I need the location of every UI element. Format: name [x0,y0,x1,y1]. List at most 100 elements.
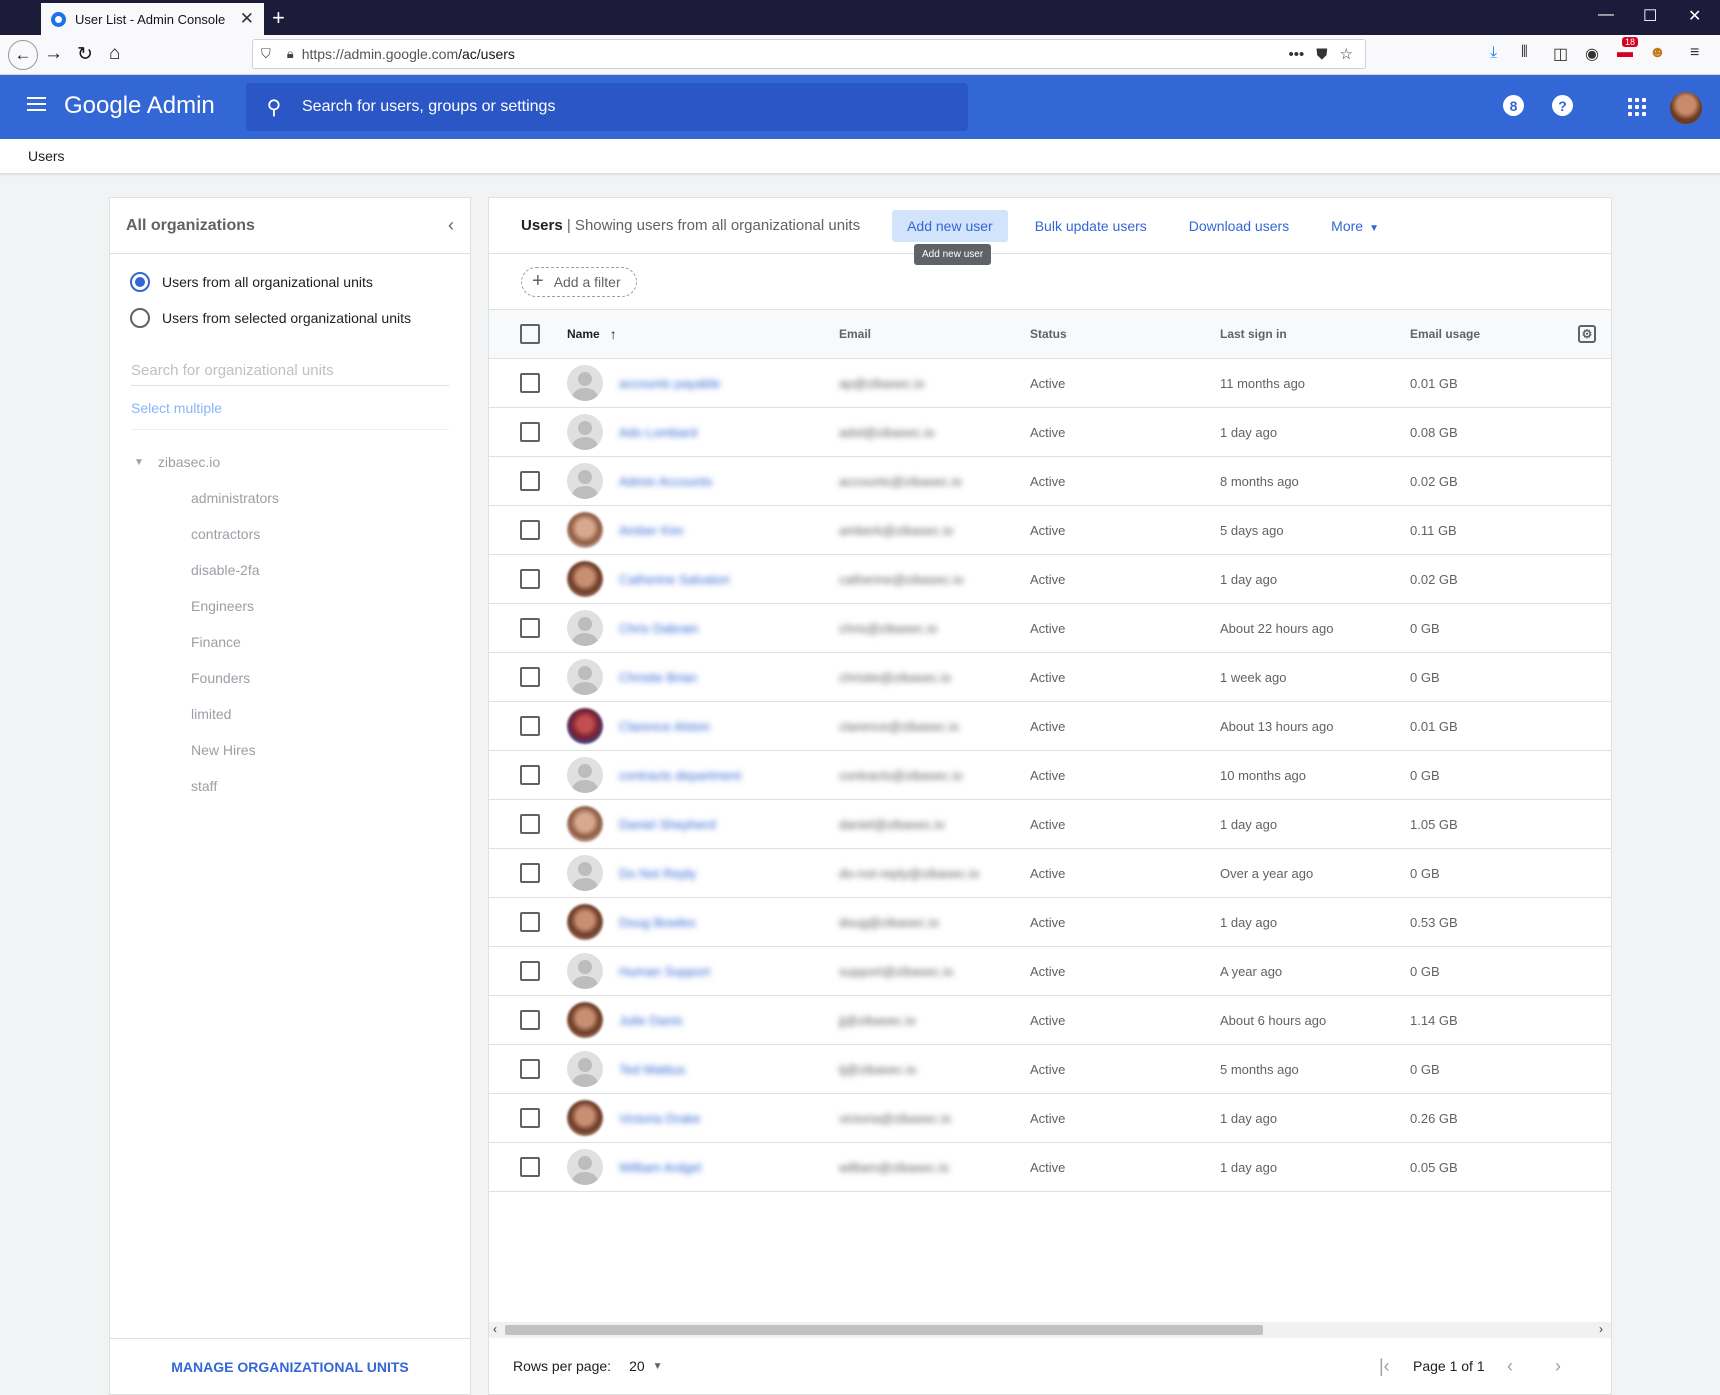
row-checkbox[interactable] [520,961,540,981]
horizontal-scrollbar[interactable]: ‹ › [489,1322,1611,1338]
table-row[interactable]: Chris Dabrain chris@zibasec.io Active About… [489,604,1611,653]
user-name-link[interactable]: Chris Dabrain [619,604,698,652]
user-name-link[interactable]: Ted Mattius [619,1045,685,1093]
row-checkbox[interactable] [520,422,540,442]
user-name-link[interactable]: accounts payable [619,359,720,407]
rows-per-page-caret-icon[interactable]: ▼ [653,1361,663,1372]
home-icon[interactable]: ⌂ [109,43,120,65]
row-checkbox[interactable] [520,618,540,638]
user-name-link[interactable]: Do Not Reply [619,849,696,897]
add-filter-button[interactable]: + Add a filter [521,266,637,297]
table-row[interactable]: Christie Brian christie@zibasec.io Active 1… [489,653,1611,702]
reload-icon[interactable]: ↻ [77,43,93,66]
radio-checked-icon[interactable] [130,272,150,292]
table-row[interactable]: accounts payable ap@zibasec.io Active 11 mo… [489,359,1611,408]
row-checkbox[interactable] [520,765,540,785]
tree-root-zibasec[interactable]: ▼ zibasec.io [110,444,470,480]
monkey-extension-icon[interactable]: ☻ [1649,44,1666,62]
table-row[interactable]: Julie Danis jj@zibasec.io Active About 6 ho… [489,996,1611,1045]
column-settings-gear-icon[interactable]: ⚙ [1578,325,1596,343]
org-unit-item[interactable]: Founders [110,660,470,696]
breadcrumb-users[interactable]: Users [28,148,65,164]
forward-icon[interactable]: → [44,43,63,65]
row-checkbox[interactable] [520,1010,540,1030]
app-brand[interactable]: Google Admin [64,92,215,120]
user-name-link[interactable]: Julie Danis [619,996,683,1044]
column-email-usage[interactable]: Email usage [1410,310,1480,358]
sidebar-icon[interactable]: ◫ [1553,44,1568,64]
minimize-icon[interactable]: — [1598,6,1614,24]
user-name-link[interactable]: Admin Accounts [619,457,712,505]
next-page-icon[interactable]: › [1555,1338,1561,1394]
main-menu-icon[interactable] [27,97,46,111]
row-checkbox[interactable] [520,1108,540,1128]
column-name[interactable]: Name ↑ [567,310,617,358]
user-name-link[interactable]: William Ardgel [619,1143,701,1191]
table-row[interactable]: Human Support support@zibasec.io Active A y… [489,947,1611,996]
scroll-right-icon[interactable]: › [1599,1322,1603,1336]
table-row[interactable]: Amber Kim amberk@zibasec.io Active 5 days a… [489,506,1611,555]
close-window-icon[interactable]: ✕ [1688,6,1701,26]
user-name-link[interactable]: Clarence Alston [619,702,710,750]
browser-tab[interactable]: User List - Admin Console ✕ [41,3,264,35]
column-last-sign-in[interactable]: Last sign in [1220,310,1287,358]
org-unit-item[interactable]: Finance [110,624,470,660]
org-unit-item[interactable]: staff [110,768,470,804]
back-icon[interactable]: ← [8,40,38,70]
shield-icon[interactable]: ⛉ [261,46,271,62]
url-bar[interactable]: ⛉ 🔒︎ https://admin.google.com/ac/users •… [252,39,1366,69]
radio-unchecked-icon[interactable] [130,308,150,328]
table-row[interactable]: contracts department contracts@zibasec.io… [489,751,1611,800]
page-actions-icon[interactable]: ••• [1289,46,1305,63]
org-unit-item[interactable]: Engineers [110,588,470,624]
sort-ascending-icon[interactable]: ↑ [610,326,617,342]
bookmark-star-icon[interactable]: ☆ [1340,45,1353,63]
user-name-link[interactable]: Amber Kim [619,506,683,554]
table-row[interactable]: Doug Bowles doug@zibasec.io Active 1 day ag… [489,898,1611,947]
user-name-link[interactable]: Christie Brian [619,653,697,701]
notifications-icon[interactable]: 8 [1503,95,1524,116]
row-checkbox[interactable] [520,667,540,687]
table-row[interactable]: Catherine Salvatori catherine@zibasec.io A… [489,555,1611,604]
scroll-left-icon[interactable]: ‹ [493,1322,497,1336]
radio-all-units[interactable]: Users from all organizational units [110,264,470,300]
add-new-user-button[interactable]: Add new user [892,209,1008,242]
previous-page-icon[interactable]: ‹ [1507,1338,1513,1394]
scrollbar-thumb[interactable] [505,1325,1263,1335]
org-unit-search-input[interactable]: Search for organizational units [131,356,449,386]
user-name-link[interactable]: Victoria Drake [619,1094,700,1142]
row-checkbox[interactable] [520,471,540,491]
expand-caret-icon[interactable]: ▼ [134,457,144,468]
user-name-link[interactable]: Daniel Shepherd [619,800,716,848]
help-icon[interactable]: ? [1552,95,1573,116]
user-name-link[interactable]: Doug Bowles [619,898,696,946]
org-unit-item[interactable]: administrators [110,480,470,516]
row-checkbox[interactable] [520,1059,540,1079]
org-unit-item[interactable]: disable-2fa [110,552,470,588]
user-name-link[interactable]: Human Support [619,947,710,995]
more-menu-button[interactable]: More ▼ [1316,210,1394,242]
select-all-checkbox[interactable] [520,324,540,344]
column-email[interactable]: Email [839,310,871,358]
user-name-link[interactable]: contracts department [619,751,741,799]
first-page-icon[interactable]: |‹ [1379,1338,1390,1394]
table-row[interactable]: Victoria Drake victoria@zibasec.io Active 1… [489,1094,1611,1143]
pocket-icon[interactable]: ⛊ [1316,46,1327,63]
user-name-link[interactable]: Catherine Salvatori [619,555,730,603]
row-checkbox[interactable] [520,863,540,883]
select-multiple-link[interactable]: Select multiple [131,400,449,430]
new-tab-icon[interactable]: + [272,5,285,31]
apps-grid-icon[interactable] [1628,98,1646,116]
table-row[interactable]: Ado Lombard adol@zibasec.io Active 1 day ag… [489,408,1611,457]
maximize-icon[interactable]: ☐ [1643,6,1657,26]
bulk-update-users-button[interactable]: Bulk update users [1020,210,1162,242]
collapse-panel-icon[interactable]: ‹ [448,215,454,236]
table-row[interactable]: Admin Accounts accounts@zibasec.io Active 8… [489,457,1611,506]
library-icon[interactable]: ⫴ [1521,44,1528,62]
row-checkbox[interactable] [520,569,540,589]
table-row[interactable]: Do Not Reply do-not-reply@zibasec.io Activ… [489,849,1611,898]
browser-menu-icon[interactable]: ≡ [1690,44,1699,62]
manage-org-units-button[interactable]: MANAGE ORGANIZATIONAL UNITS [110,1338,470,1394]
search-input[interactable]: ⚲ Search for users, groups or settings [246,83,968,131]
downloads-icon[interactable]: ⤓ [1490,44,1497,62]
